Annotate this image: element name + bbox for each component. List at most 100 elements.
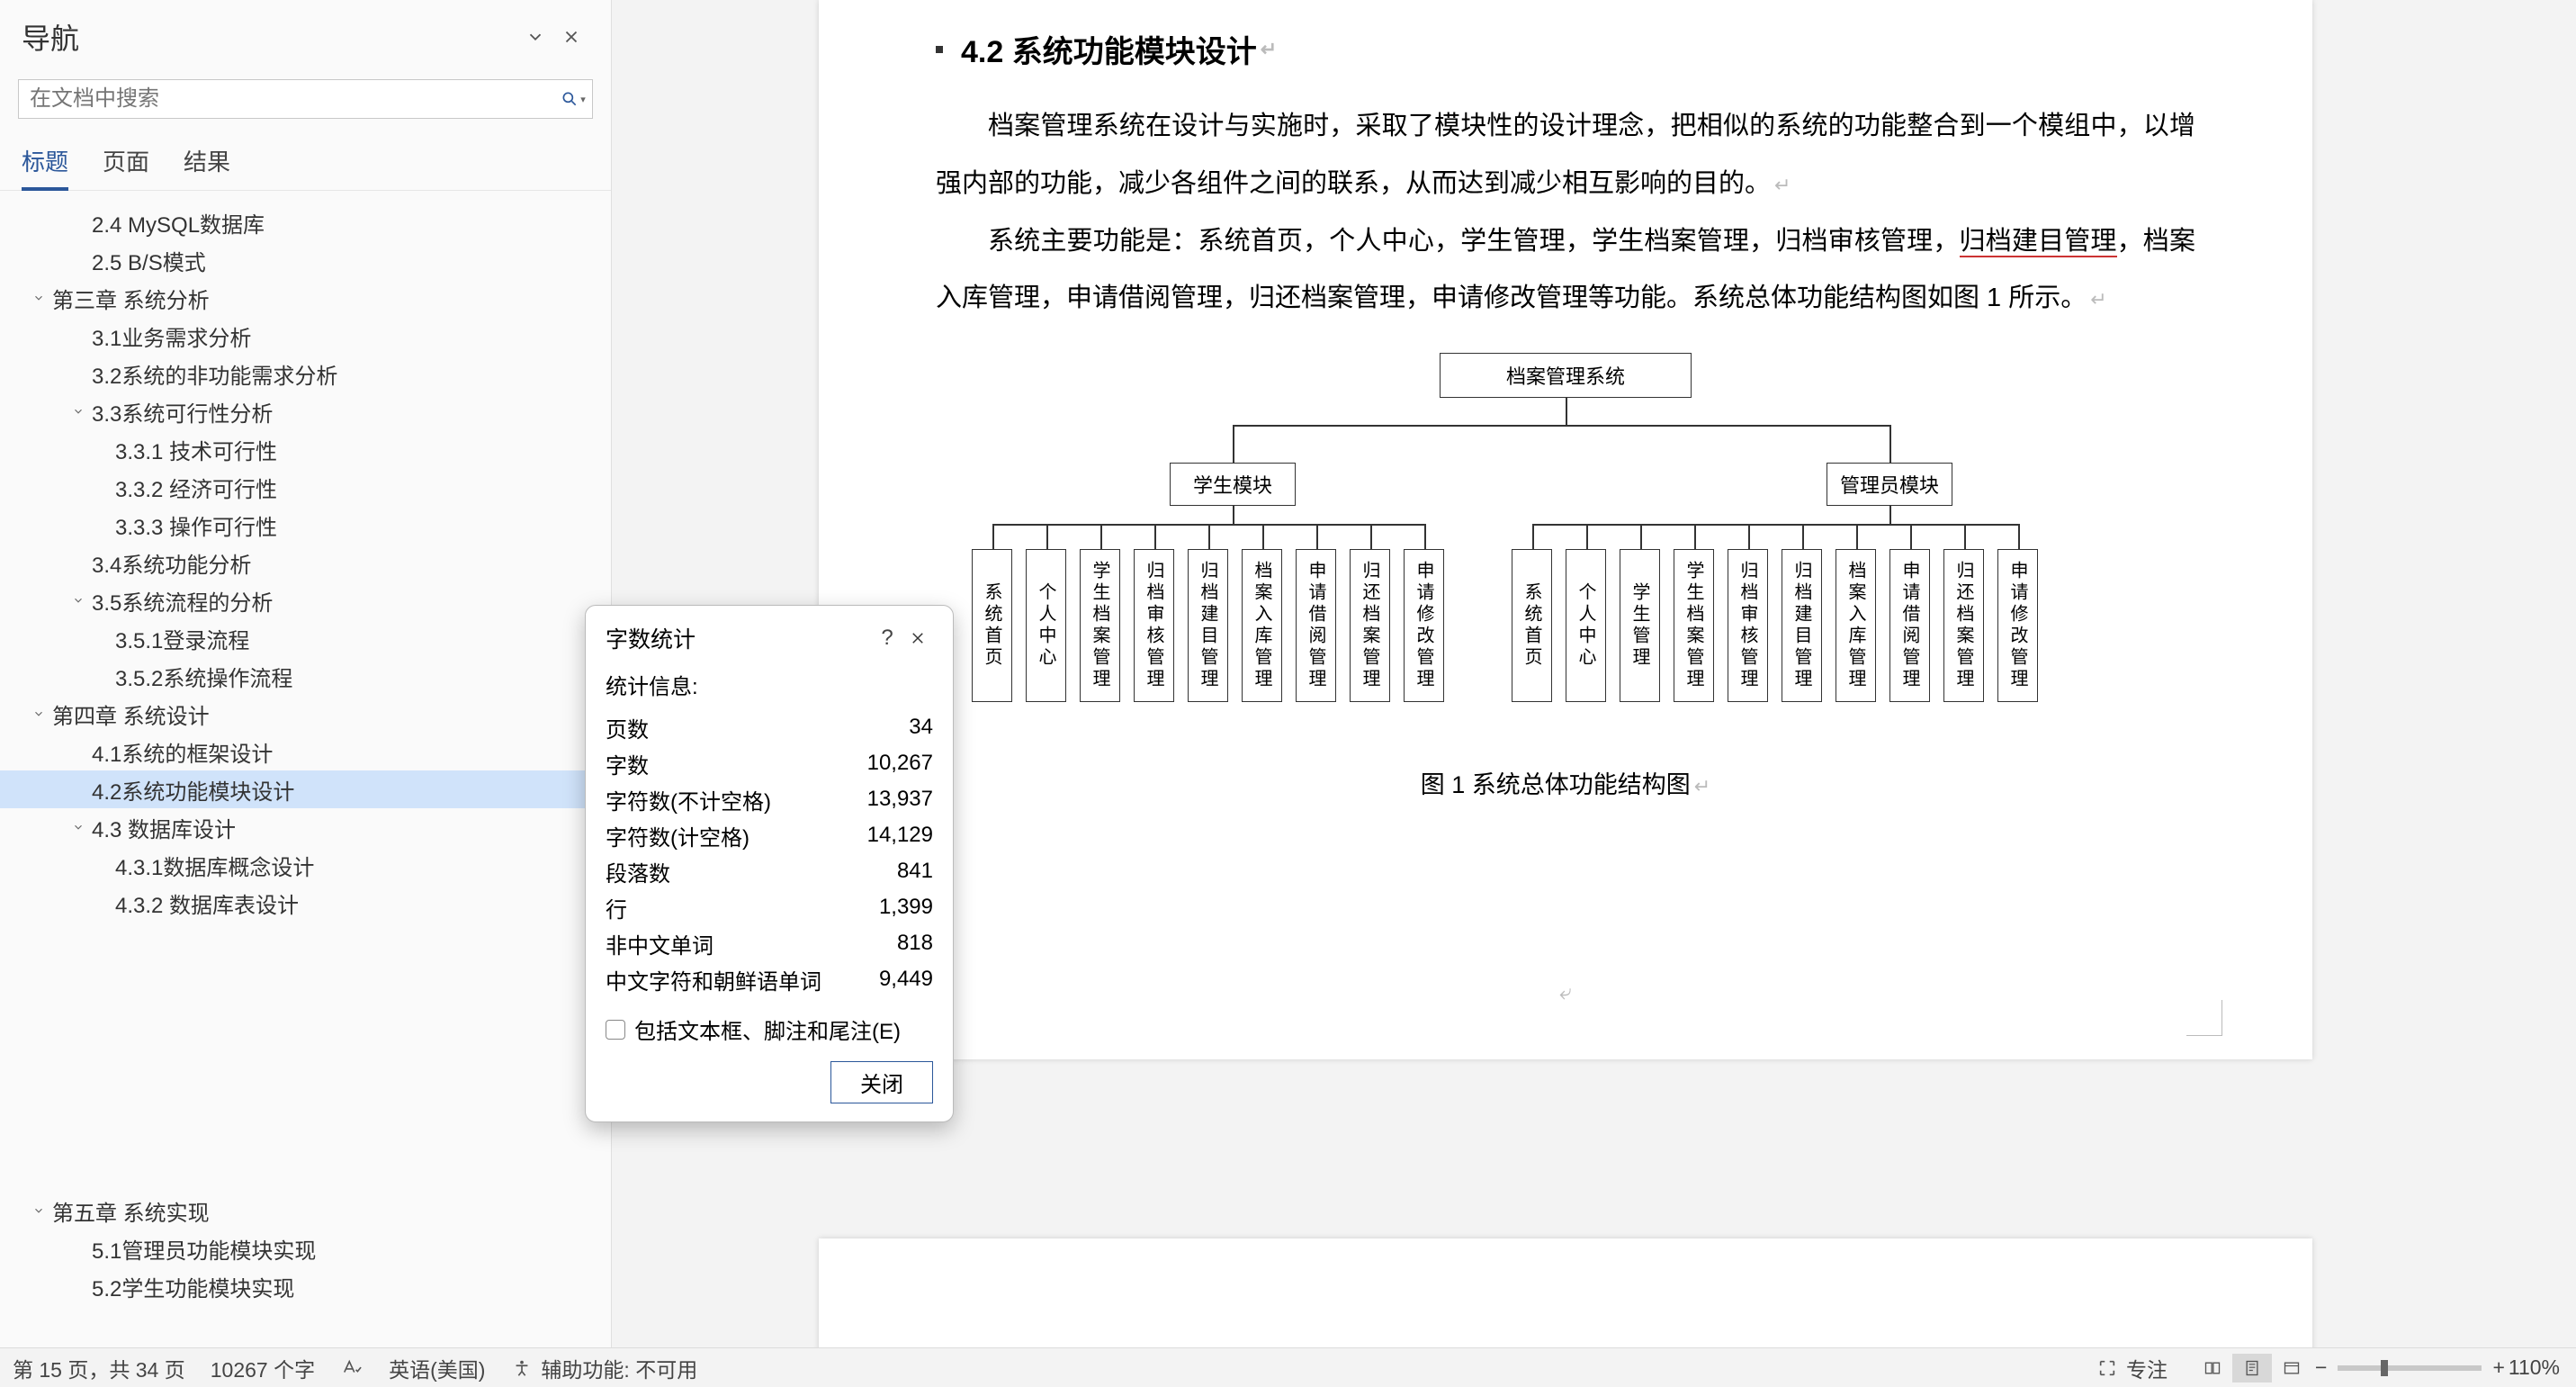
outline-item[interactable]: 2.4 MySQL数据库 — [0, 203, 611, 241]
outline-item[interactable]: 3.4系统功能分析 — [0, 544, 611, 581]
dialog-help-button[interactable]: ? — [872, 623, 902, 653]
nav-tab-results[interactable]: 结果 — [184, 144, 230, 190]
outline-item[interactable]: 3.1业务需求分析 — [0, 317, 611, 355]
stat-value: 841 — [897, 859, 933, 884]
nav-tab-headings[interactable]: 标题 — [22, 144, 68, 190]
chart-leaf: 申请修改管理 — [1404, 549, 1444, 702]
checkbox-icon — [606, 1020, 625, 1040]
chart-connector — [1566, 398, 1567, 425]
chart-leaf: 系统首页 — [1512, 549, 1552, 702]
outline-item[interactable]: 4.3.2 数据库表设计 — [0, 884, 611, 922]
status-language[interactable]: 英语(美国) — [389, 1353, 485, 1383]
stat-row: 页数34 — [606, 709, 933, 745]
chart-leaf: 归档建目管理 — [1188, 549, 1228, 702]
outline-item[interactable]: 3.5系统流程的分析 — [0, 581, 611, 619]
stat-value: 9,449 — [879, 967, 933, 992]
chart-connector — [1233, 506, 1234, 524]
outline-item[interactable]: 3.5.2系统操作流程 — [0, 657, 611, 695]
outline-item[interactable]: 5.2学生功能模块实现 — [0, 1267, 611, 1305]
chart-leaf: 学生档案管理 — [1080, 549, 1120, 702]
dialog-close-x-button[interactable] — [902, 623, 933, 653]
outline-item-label: 2.5 B/S模式 — [92, 245, 206, 276]
chart-connector — [1262, 524, 1264, 549]
view-print-layout[interactable] — [2232, 1354, 2272, 1382]
outline-item[interactable]: 2.5 B/S模式 — [0, 241, 611, 279]
outline-item[interactable]: 3.3系统可行性分析 — [0, 392, 611, 430]
status-page-number[interactable]: 第 15 页，共 34 页 — [13, 1353, 185, 1383]
dialog-subtitle: 统计信息: — [606, 669, 933, 700]
zoom-slider-thumb[interactable] — [2381, 1360, 2388, 1376]
accessibility-icon — [510, 1356, 534, 1380]
outline-item[interactable]: 3.3.3 操作可行性 — [0, 506, 611, 544]
chart-leaf: 归档建目管理 — [1782, 549, 1822, 702]
zoom-out-button[interactable]: − — [2315, 1355, 2327, 1380]
chart-connector — [1208, 524, 1210, 549]
outline-item[interactable]: 第五章 系统实现 — [0, 1192, 611, 1229]
status-word-count[interactable]: 10267 个字 — [211, 1353, 315, 1383]
outline-item-label: 5.1管理员功能模块实现 — [92, 1233, 316, 1265]
stat-row: 行1,399 — [606, 889, 933, 925]
outline-item[interactable]: 4.3.1数据库概念设计 — [0, 846, 611, 884]
chart-connector — [1748, 524, 1750, 549]
chart-connector — [1532, 524, 2018, 526]
nav-tab-pages[interactable]: 页面 — [103, 144, 149, 190]
dialog-close-button[interactable]: 关闭 — [830, 1061, 933, 1103]
caret-icon — [94, 517, 110, 533]
stat-label: 行 — [606, 892, 627, 923]
chart-leaf: 归档审核管理 — [1134, 549, 1174, 702]
chart-leaf: 学生档案管理 — [1674, 549, 1714, 702]
status-accessibility[interactable]: 辅助功能: 不可用 — [510, 1353, 697, 1383]
outline-item[interactable]: 3.2系统的非功能需求分析 — [0, 355, 611, 392]
caret-icon — [94, 668, 110, 684]
outline-item[interactable]: 第三章 系统分析 — [0, 279, 611, 317]
stat-label: 页数 — [606, 712, 649, 743]
caret-icon — [94, 630, 110, 646]
view-read-mode[interactable] — [2193, 1354, 2232, 1382]
caret-icon — [70, 554, 86, 571]
nav-search-button[interactable]: ▾ — [557, 83, 589, 115]
chart-connector — [1316, 524, 1318, 549]
outline-item[interactable]: 3.3.1 技术可行性 — [0, 430, 611, 468]
chart-connector — [2018, 524, 2020, 549]
document-page-next — [819, 1238, 2312, 1347]
outline-item-label: 3.3.3 操作可行性 — [115, 509, 277, 541]
nav-search-input[interactable] — [18, 79, 593, 119]
status-focus-mode[interactable]: 专注 — [2096, 1353, 2168, 1383]
zoom-slider[interactable] — [2338, 1365, 2482, 1371]
outline-item[interactable]: 4.2系统功能模块设计 — [0, 770, 611, 808]
stat-row: 字符数(计空格)14,129 — [606, 817, 933, 853]
outline-item[interactable]: 4.1系统的框架设计 — [0, 733, 611, 770]
chart-leaf: 个人中心 — [1026, 549, 1066, 702]
zoom-level[interactable]: 110% — [2509, 1355, 2560, 1380]
word-count-dialog: 字数统计 ? 统计信息: 页数34字数10,267字符数(不计空格)13,937… — [585, 605, 954, 1122]
chart-leaf: 归还档案管理 — [1943, 549, 1984, 702]
outline-item-label: 3.5系统流程的分析 — [92, 585, 273, 617]
view-web-layout[interactable] — [2272, 1354, 2311, 1382]
status-spellcheck[interactable] — [340, 1356, 364, 1380]
page-margin-corner — [2186, 1000, 2222, 1036]
outline-item[interactable]: 3.3.2 经济可行性 — [0, 468, 611, 506]
stat-row: 非中文单词818 — [606, 925, 933, 961]
caret-icon — [70, 214, 86, 230]
outline-item-label: 3.1业务需求分析 — [92, 320, 251, 352]
chart-connector — [1889, 425, 1891, 463]
chart-connector — [1100, 524, 1102, 549]
caret-icon — [70, 592, 86, 608]
nav-close-button[interactable] — [553, 19, 589, 55]
outline-item[interactable]: 第四章 系统设计 — [0, 695, 611, 733]
include-textboxes-checkbox[interactable]: 包括文本框、脚注和尾注(E) — [606, 1013, 933, 1045]
zoom-in-button[interactable]: + — [2492, 1355, 2504, 1380]
outline-item[interactable]: 5.1管理员功能模块实现 — [0, 1229, 611, 1267]
chart-leaf: 档案入库管理 — [1242, 549, 1282, 702]
spellcheck-icon — [340, 1356, 364, 1380]
outline-item[interactable]: 3.5.1登录流程 — [0, 619, 611, 657]
outline-item-label: 3.5.1登录流程 — [115, 623, 249, 654]
outline-item[interactable]: 4.3 数据库设计 — [0, 808, 611, 846]
stat-label: 非中文单词 — [606, 928, 714, 959]
chart-connector — [1532, 524, 1534, 549]
outline-tree: 2.4 MySQL数据库2.5 B/S模式第三章 系统分析3.1业务需求分析3.… — [0, 191, 611, 1347]
caret-icon — [94, 479, 110, 495]
nav-collapse-button[interactable] — [517, 19, 553, 55]
chart-connector — [1370, 524, 1372, 549]
outline-item-label: 第三章 系统分析 — [52, 283, 210, 314]
